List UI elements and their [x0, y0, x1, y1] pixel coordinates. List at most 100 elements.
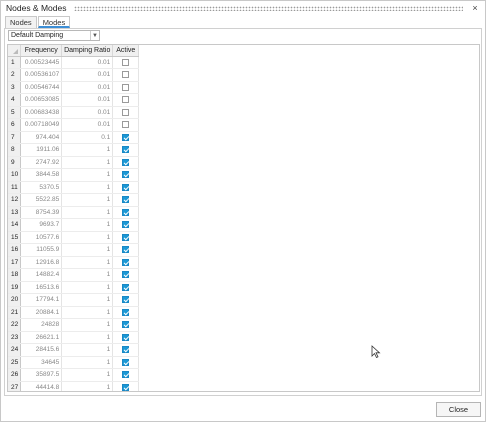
- row-number[interactable]: 17: [8, 256, 22, 269]
- frequency-cell[interactable]: 16513.6: [20, 281, 63, 294]
- active-checkbox[interactable]: [122, 371, 130, 379]
- row-number[interactable]: 7: [8, 131, 22, 144]
- table-row[interactable]: 1 0.00523445 0.01: [8, 56, 140, 69]
- frequency-cell[interactable]: 14882.4: [20, 268, 63, 282]
- table-row[interactable]: 8 1911.06 1: [8, 143, 140, 157]
- damping-ratio-cell[interactable]: 0.01: [61, 56, 114, 69]
- active-checkbox[interactable]: [122, 271, 130, 279]
- row-number[interactable]: 1: [8, 56, 22, 69]
- damping-ratio-cell[interactable]: 1: [61, 356, 114, 369]
- active-checkbox[interactable]: [122, 308, 130, 316]
- damping-ratio-cell[interactable]: 1: [61, 156, 114, 169]
- table-row[interactable]: 6 0.00718049 0.01: [8, 118, 140, 132]
- select-all-corner[interactable]: [8, 45, 22, 57]
- frequency-cell[interactable]: 2747.92: [20, 156, 63, 169]
- row-number[interactable]: 25: [8, 356, 22, 369]
- damping-ratio-cell[interactable]: 1: [61, 256, 114, 269]
- frequency-cell[interactable]: 8754.39: [20, 206, 63, 219]
- table-row[interactable]: 7 974.404 0.1: [8, 131, 140, 144]
- table-row[interactable]: 11 5370.5 1: [8, 181, 140, 194]
- table-row[interactable]: 12 5522.85 1: [8, 193, 140, 207]
- frequency-cell[interactable]: 0.00546744: [20, 81, 63, 94]
- active-checkbox[interactable]: [122, 183, 130, 191]
- damping-ratio-cell[interactable]: 1: [61, 381, 114, 391]
- row-number[interactable]: 8: [8, 143, 22, 157]
- row-number[interactable]: 18: [8, 268, 22, 282]
- chevron-down-icon[interactable]: ▼: [90, 31, 99, 40]
- row-number[interactable]: 12: [8, 193, 22, 207]
- active-checkbox[interactable]: [122, 146, 130, 154]
- table-row[interactable]: 20 17794.1 1: [8, 293, 140, 307]
- active-checkbox[interactable]: [122, 71, 130, 79]
- damping-ratio-cell[interactable]: 0.01: [61, 93, 114, 107]
- damping-ratio-cell[interactable]: 1: [61, 231, 114, 244]
- row-number[interactable]: 21: [8, 306, 22, 319]
- table-row[interactable]: 26 35897.5 1: [8, 368, 140, 382]
- frequency-cell[interactable]: 1911.06: [20, 143, 63, 157]
- row-number[interactable]: 6: [8, 118, 22, 132]
- table-row[interactable]: 2 0.00536107 0.01: [8, 68, 140, 82]
- frequency-cell[interactable]: 26621.1: [20, 331, 63, 344]
- damping-select[interactable]: Default Damping ▼: [8, 30, 100, 41]
- damping-ratio-cell[interactable]: 1: [61, 268, 114, 282]
- table-row[interactable]: 17 12916.8 1: [8, 256, 140, 269]
- table-row[interactable]: 21 20884.1 1: [8, 306, 140, 319]
- active-checkbox[interactable]: [122, 133, 130, 141]
- active-checkbox[interactable]: [122, 346, 130, 354]
- close-icon[interactable]: ×: [469, 3, 481, 13]
- damping-ratio-cell[interactable]: 1: [61, 218, 114, 232]
- active-checkbox[interactable]: [122, 233, 130, 241]
- frequency-cell[interactable]: 974.404: [20, 131, 63, 144]
- frequency-cell[interactable]: 44414.8: [20, 381, 63, 391]
- row-number[interactable]: 22: [8, 318, 22, 332]
- active-checkbox[interactable]: [122, 83, 130, 91]
- row-number[interactable]: 23: [8, 331, 22, 344]
- damping-ratio-cell[interactable]: 1: [61, 318, 114, 332]
- frequency-cell[interactable]: 0.00523445: [20, 56, 63, 69]
- damping-ratio-cell[interactable]: 1: [61, 281, 114, 294]
- damping-ratio-cell[interactable]: 1: [61, 143, 114, 157]
- row-number[interactable]: 26: [8, 368, 22, 382]
- table-row[interactable]: 25 34645 1: [8, 356, 140, 369]
- frequency-cell[interactable]: 0.00653085: [20, 93, 63, 107]
- damping-ratio-cell[interactable]: 1: [61, 368, 114, 382]
- active-checkbox[interactable]: [122, 246, 130, 254]
- row-number[interactable]: 24: [8, 343, 22, 357]
- active-checkbox[interactable]: [122, 58, 130, 66]
- row-number[interactable]: 3: [8, 81, 22, 94]
- frequency-cell[interactable]: 17794.1: [20, 293, 63, 307]
- active-checkbox[interactable]: [122, 358, 130, 366]
- table-row[interactable]: 4 0.00653085 0.01: [8, 93, 140, 107]
- active-checkbox[interactable]: [122, 158, 130, 166]
- tab-modes[interactable]: Modes: [37, 16, 71, 28]
- column-header-damping-ratio[interactable]: Damping Ratio: [61, 45, 114, 57]
- active-checkbox[interactable]: [122, 108, 130, 116]
- frequency-cell[interactable]: 3844.58: [20, 168, 63, 182]
- column-header-active[interactable]: Active: [112, 45, 140, 57]
- table-row[interactable]: 13 8754.39 1: [8, 206, 140, 219]
- table-row[interactable]: 10 3844.58 1: [8, 168, 140, 182]
- row-number[interactable]: 13: [8, 206, 22, 219]
- table-row[interactable]: 15 10577.6 1: [8, 231, 140, 244]
- table-row[interactable]: 3 0.00546744 0.01: [8, 81, 140, 94]
- damping-ratio-cell[interactable]: 1: [61, 243, 114, 257]
- table-row[interactable]: 14 9693.7 1: [8, 218, 140, 232]
- damping-ratio-cell[interactable]: 1: [61, 193, 114, 207]
- damping-ratio-cell[interactable]: 1: [61, 181, 114, 194]
- damping-ratio-cell[interactable]: 0.01: [61, 118, 114, 132]
- active-checkbox[interactable]: [122, 321, 130, 329]
- frequency-cell[interactable]: 10577.6: [20, 231, 63, 244]
- row-number[interactable]: 9: [8, 156, 22, 169]
- table-row[interactable]: 16 11055.9 1: [8, 243, 140, 257]
- row-number[interactable]: 20: [8, 293, 22, 307]
- frequency-cell[interactable]: 24828: [20, 318, 63, 332]
- damping-ratio-cell[interactable]: 1: [61, 343, 114, 357]
- row-number[interactable]: 27: [8, 381, 22, 391]
- row-number[interactable]: 16: [8, 243, 22, 257]
- row-number[interactable]: 4: [8, 93, 22, 107]
- active-checkbox[interactable]: [122, 171, 130, 179]
- table-row[interactable]: 18 14882.4 1: [8, 268, 140, 282]
- row-number[interactable]: 5: [8, 106, 22, 119]
- damping-ratio-cell[interactable]: 1: [61, 168, 114, 182]
- active-checkbox[interactable]: [122, 258, 130, 266]
